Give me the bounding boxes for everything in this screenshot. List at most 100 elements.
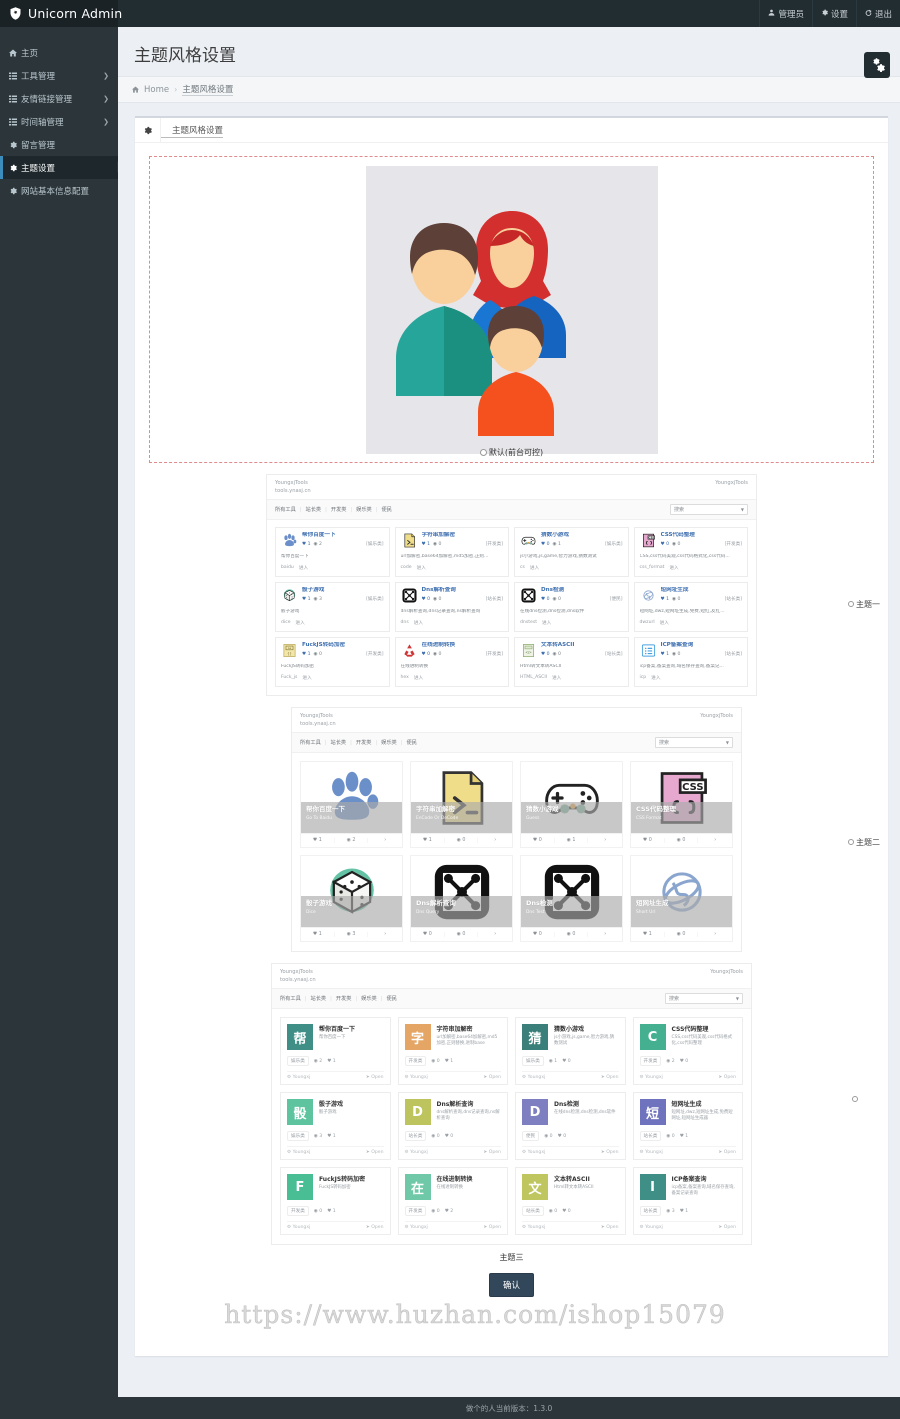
- sidebar-item-theme-settings[interactable]: 主题设置: [0, 156, 123, 179]
- enter-link[interactable]: 进入: [414, 675, 423, 681]
- sidebar-item-timeline[interactable]: 时间轴管理 ❯: [0, 110, 118, 133]
- default-theme-label[interactable]: 默认(前台可控): [150, 447, 873, 458]
- mock2-nav-3[interactable]: 娱乐类: [381, 739, 397, 746]
- sidebar-item-home[interactable]: 主页: [0, 41, 118, 64]
- theme-one-card[interactable]: ICP备案查询 ♥ 1 ◉ 0 [站长类] icp备案,备案查询,域名保存查询,备案记.…: [633, 637, 748, 687]
- breadcrumb-home[interactable]: Home: [144, 85, 169, 95]
- enter-link[interactable]: 进入: [296, 620, 305, 626]
- open-link[interactable]: ➤ Open: [483, 1075, 501, 1080]
- enter-link[interactable]: 进入: [417, 565, 426, 571]
- theme-three-card[interactable]: 骰骰子游戏 骰子游戏 娱乐类 ◉ 3 ♥ 1 ⚙ Youngxj ➤ Open: [280, 1092, 391, 1161]
- theme-three-preview[interactable]: YoungxjTools tools.ynasj.cn YoungxjTools…: [271, 963, 752, 1246]
- mock-search-select-3[interactable]: 搜索 ▼: [665, 993, 743, 1005]
- mock3-nav-1[interactable]: 站长类: [311, 995, 327, 1002]
- mock2-nav-0[interactable]: 所有工具: [300, 739, 321, 746]
- open-link[interactable]: ➤ Open: [718, 1150, 736, 1155]
- mock3-nav-3[interactable]: 娱乐类: [361, 995, 377, 1002]
- theme-one-option[interactable]: 主题一: [848, 599, 880, 610]
- more-link[interactable]: ›: [368, 838, 402, 843]
- enter-link[interactable]: 进入: [530, 565, 539, 571]
- enter-link[interactable]: 进入: [660, 620, 669, 626]
- enter-link[interactable]: 进入: [299, 565, 308, 571]
- theme-three-card[interactable]: I ICP备案查询 icp备案,备案查询,域名保存查询,备案记录查询 站长类 ◉ 3 ♥ …: [632, 1167, 743, 1236]
- theme-two-card[interactable]: Dns解析查询 Dns Query ♥ 0 ◉ 0 ›: [410, 855, 513, 943]
- theme-three-card[interactable]: 文文本转ASCII Html转文本转ASCII 站长类 ◉ 0 ♥ 0 ⚙ Youngxj…: [515, 1167, 626, 1236]
- enter-link[interactable]: 进入: [542, 620, 551, 626]
- open-link[interactable]: ➤ Open: [483, 1150, 501, 1155]
- default-theme-option[interactable]: 默认(前台可控): [135, 143, 888, 463]
- sidebar-item-friend-links[interactable]: 友情链接管理 ❯: [0, 87, 118, 110]
- default-theme-preview[interactable]: 默认(前台可控): [149, 156, 874, 463]
- theme-one-card[interactable]: 猜数小游戏 ♥ 0 ◉ 1 [娱乐类] js小游戏,js,game,智力游戏,猜数测试 c…: [514, 527, 629, 578]
- theme-two-card[interactable]: 字符串加解密 EnCode Or DeCode ♥ 1 ◉ 0 ›: [410, 761, 513, 849]
- open-link[interactable]: ➤ Open: [366, 1075, 384, 1080]
- enter-link[interactable]: 进入: [669, 565, 678, 571]
- theme-three-card[interactable]: F FuckJS转码加密 FuckJS转码加密 开发类 ◉ 0 ♥ 1 ⚙ Youngxj ➤…: [280, 1167, 391, 1236]
- mock-nav-1[interactable]: 站长类: [306, 506, 322, 513]
- sidebar-item-site-config[interactable]: 网站基本信息配置: [0, 179, 118, 202]
- theme-three-card[interactable]: C CSS代码整理 CSS,css代码美观,css代码格式化,css代码整理 开发类 ◉…: [632, 1017, 743, 1086]
- enter-link[interactable]: 进入: [651, 675, 660, 681]
- mock3-nav-4[interactable]: 便民: [387, 995, 397, 1002]
- theme-one-card[interactable]: 短网址生成 ♥ 1 ◉ 0 [站长类] 短网址,dwz,短网址生成,免费,短红,友红..…: [633, 582, 748, 632]
- theme-one-card[interactable]: 帮你百度一下 ♥ 1 ◉ 2 [娱乐类] 帮你百度一下 baidu 进入: [275, 527, 390, 578]
- theme-one-card[interactable]: </> 文本转ASCII ♥ 0 ◉ 0 [站长类] Html转文本转ASCII HTML_…: [514, 637, 629, 687]
- open-link[interactable]: ➤ Open: [601, 1075, 619, 1080]
- mock-search-select[interactable]: 搜索 ▼: [670, 504, 748, 516]
- theme-two-card[interactable]: 短网址生成 Short Url ♥ 1 ◉ 0 ›: [630, 855, 733, 943]
- mock2-nav-1[interactable]: 站长类: [331, 739, 347, 746]
- topnav-item-settings[interactable]: 设置: [811, 0, 856, 27]
- theme-two-card[interactable]: Dns检测 Dns Test ♥ 0 ◉ 0 ›: [520, 855, 623, 943]
- theme-three-card[interactable]: 短短网址生成 短网址,dwz,短网址生成,免费短网址,短网址生成器 站长类 ◉ 0 ♥ …: [632, 1092, 743, 1161]
- more-link[interactable]: ›: [368, 932, 402, 937]
- theme-one-card[interactable]: 字符串加解密 ♥ 1 ◉ 0 [开发类] url加解密,base64加解密,md5加密,…: [394, 527, 509, 578]
- open-link[interactable]: ➤ Open: [366, 1225, 384, 1230]
- more-link[interactable]: ›: [698, 932, 732, 937]
- theme-one-preview[interactable]: YoungxjTools tools.ynasj.cn YoungxjTools…: [266, 474, 757, 696]
- theme-three-card[interactable]: 猜猜数小游戏 js小游戏,js,game,智力游戏,猜数测试 娱乐类 ◉ 1 ♥ 0 ⚙ …: [515, 1017, 626, 1086]
- sidebar-item-tools[interactable]: 工具管理 ❯: [0, 64, 118, 87]
- theme-one-card[interactable]: 在线进制转换 ♥ 0 ◉ 0 [开发类] 在线进制转换 hex 进入: [394, 637, 509, 687]
- gears-icon-button[interactable]: [864, 52, 890, 78]
- brand-logo-block[interactable]: Unicorn Admin: [0, 0, 122, 27]
- open-link[interactable]: ➤ Open: [366, 1150, 384, 1155]
- theme-two-preview[interactable]: YoungxjTools tools.ynasj.cn YoungxjTools…: [291, 706, 742, 953]
- mock-nav-0[interactable]: 所有工具: [275, 506, 296, 513]
- open-link[interactable]: ➤ Open: [718, 1075, 736, 1080]
- open-link[interactable]: ➤ Open: [601, 1150, 619, 1155]
- mock2-nav-2[interactable]: 开发类: [356, 739, 372, 746]
- theme-two-card[interactable]: 猜数小游戏 Guess ♥ 0 ◉ 1 ›: [520, 761, 623, 849]
- theme-two-card[interactable]: CSS CSS代码整理 CSS Format ♥ 0 ◉ 0 ›: [630, 761, 733, 849]
- theme-three-option[interactable]: [852, 1095, 860, 1104]
- mock-nav-2[interactable]: 开发类: [331, 506, 347, 513]
- theme-three-radio[interactable]: [852, 1096, 858, 1103]
- more-link[interactable]: ›: [698, 838, 732, 843]
- mock2-nav-4[interactable]: 便民: [407, 739, 417, 746]
- open-link[interactable]: ➤ Open: [483, 1225, 501, 1230]
- theme-three-card[interactable]: 在在线进制转换 在线进制转换 开发类 ◉ 0 ♥ 2 ⚙ Youngxj ➤ Open: [397, 1167, 508, 1236]
- mock-nav-4[interactable]: 便民: [382, 506, 392, 513]
- theme-two-card[interactable]: 帮你百度一下 Go To Baidu ♥ 1 ◉ 2 ›: [300, 761, 403, 849]
- mock-search-select-2[interactable]: 搜索 ▼: [655, 737, 733, 749]
- topnav-item-logout[interactable]: 退出: [855, 0, 900, 27]
- more-link[interactable]: ›: [588, 838, 622, 843]
- theme-three-card[interactable]: D Dns检测 在线dns检测,dns检测,dns软件 便民 ◉ 0 ♥ 0 ⚙ Young…: [515, 1092, 626, 1161]
- default-theme-radio[interactable]: [479, 449, 487, 456]
- theme-one-card[interactable]: CSS CSS代码整理 ♥ 0 ◉ 0 [开发类] CSS,css代码美观,css代码格式…: [633, 527, 748, 578]
- theme-one-radio[interactable]: [848, 601, 854, 607]
- enter-link[interactable]: 进入: [302, 675, 311, 681]
- topnav-item-admin[interactable]: 管理员: [759, 0, 812, 27]
- more-link[interactable]: ›: [478, 838, 512, 843]
- theme-one-card[interactable]: Dns检测 ♥ 0 ◉ 0 [便民] 在线dns检测,dns检测,dns软件 dnstes…: [514, 582, 629, 632]
- theme-three-card[interactable]: 帮帮你百度一下 帮你百度一下 娱乐类 ◉ 2 ♥ 1 ⚙ Youngxj ➤ Open: [280, 1017, 391, 1086]
- mock3-nav-0[interactable]: 所有工具: [280, 995, 301, 1002]
- mock-nav-3[interactable]: 娱乐类: [356, 506, 372, 513]
- confirm-button[interactable]: 确认: [488, 1273, 534, 1298]
- theme-one-card[interactable]: Dns解析查询 ♥ 0 ◉ 0 [站长类] dns解析查询,dns记录查询,ns解析查询…: [394, 582, 509, 632]
- theme-two-card[interactable]: 骰子游戏 Dice ♥ 1 ◉ 3 ›: [300, 855, 403, 943]
- mock3-nav-2[interactable]: 开发类: [336, 995, 352, 1002]
- sidebar-item-messages[interactable]: 留言管理: [0, 133, 118, 156]
- theme-one-card[interactable]: 骰子游戏 ♥ 1 ◉ 3 [娱乐类] 骰子游戏 dice 进入: [275, 582, 390, 632]
- more-link[interactable]: ›: [478, 932, 512, 937]
- theme-three-card[interactable]: D Dns解析查询 dns解析查询,dns记录查询,ns解析查询 站长类 ◉ 0 ♥ 0 ⚙…: [397, 1092, 508, 1161]
